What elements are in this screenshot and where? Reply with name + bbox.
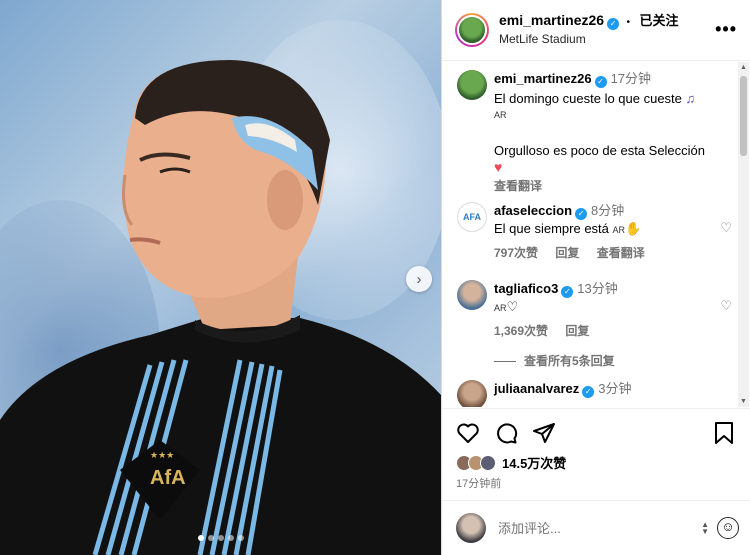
commenter-avatar[interactable] <box>457 380 487 407</box>
see-translation[interactable]: 查看翻译 <box>597 246 645 260</box>
comment-like-icon[interactable]: ♡ <box>720 220 732 236</box>
input-spinner-icon[interactable]: ▲ ▼ <box>701 521 709 536</box>
comment-like-icon[interactable]: ♡ <box>720 298 732 314</box>
post-header: emi_martinez26 ✓ • 已关注 MetLife Stadium ••… <box>442 0 750 61</box>
caption-username[interactable]: emi_martinez26 <box>494 71 592 86</box>
author-avatar[interactable] <box>455 13 489 47</box>
share-icon[interactable] <box>532 421 556 445</box>
see-translation[interactable]: 查看翻译 <box>494 178 706 195</box>
flag-ar: AR <box>494 302 507 313</box>
commenter-avatar[interactable] <box>457 280 487 310</box>
comment-username[interactable]: afaseleccion <box>494 203 572 218</box>
verified-icon: ✓ <box>607 17 620 30</box>
more-options-icon[interactable]: ••• <box>715 19 737 40</box>
post-photo: AfA ★★★ › <box>0 0 441 555</box>
caption-line-1: El domingo cueste lo que cueste <box>494 90 682 106</box>
save-icon[interactable] <box>713 421 735 445</box>
like-icon[interactable] <box>456 421 480 445</box>
emoji-icon[interactable]: ☺ <box>717 517 739 539</box>
location-link[interactable]: MetLife Stadium <box>499 31 679 48</box>
verified-icon: ✓ <box>561 285 574 298</box>
liker-avatar <box>480 454 496 471</box>
comment-likes[interactable]: 797次赞 <box>494 246 538 260</box>
comments-scrollbar[interactable]: ▲ ▼ <box>738 62 749 407</box>
carousel-dots <box>0 535 441 541</box>
reply-button[interactable]: 回复 <box>555 246 579 260</box>
scroll-up-icon[interactable]: ▲ <box>740 64 747 71</box>
heart-outline-icon: ♡ <box>506 298 519 314</box>
caption-time: 17分钟 <box>610 71 652 86</box>
player-illustration: AfA ★★★ <box>0 60 441 555</box>
caption-line-2: Orgulloso es poco de esta Selección <box>494 142 706 158</box>
scroll-down-icon[interactable]: ▼ <box>740 398 747 405</box>
comment-composer: ▲▼ ☺ <box>442 500 750 555</box>
author-avatar[interactable] <box>457 70 487 100</box>
likes-count[interactable]: 14.5万次赞 <box>502 453 566 472</box>
carousel-dot <box>217 535 224 541</box>
comment-likes[interactable]: 1,369次赞 <box>494 324 548 338</box>
svg-text:★★★: ★★★ <box>150 451 174 461</box>
verified-icon: ✓ <box>575 207 588 220</box>
post-time: 17分钟前 <box>456 478 502 490</box>
commenter-avatar[interactable]: AFA <box>457 202 487 232</box>
view-replies-button[interactable]: 查看所有5条回复 <box>494 352 615 369</box>
comment-time: 3分钟 <box>598 381 632 396</box>
carousel-dot <box>197 535 204 541</box>
comment-icon[interactable] <box>494 421 518 445</box>
clap-icon: ✋ <box>625 220 642 236</box>
svg-text:AfA: AfA <box>150 467 186 489</box>
following-button[interactable]: 已关注 <box>639 13 678 28</box>
comment-time: 13分钟 <box>577 281 618 296</box>
user-avatar <box>456 513 486 543</box>
comment-username[interactable]: juliaanalvarez <box>494 381 579 396</box>
scrollbar-thumb[interactable] <box>740 76 747 156</box>
separator: • <box>626 17 631 28</box>
afa-crest-icon: AFA <box>463 212 481 222</box>
author-username[interactable]: emi_martinez26 <box>499 12 604 28</box>
carousel-dot <box>207 535 214 541</box>
flag-ar: AR <box>494 109 507 120</box>
likes-summary[interactable]: 14.5万次赞 <box>456 453 566 472</box>
verified-icon: ✓ <box>582 385 595 398</box>
heart-icon: ♥ <box>494 158 503 175</box>
comment-username[interactable]: tagliafico3 <box>494 281 558 296</box>
comment-text: El que siempre está <box>494 220 609 236</box>
comments-list[interactable]: emi_martinez26 ✓ 17分钟 El domingo cueste lo… <box>442 62 738 407</box>
verified-icon: ✓ <box>594 75 607 88</box>
next-photo-button[interactable]: › <box>406 266 432 292</box>
carousel-dot <box>237 535 244 541</box>
carousel-dot <box>227 535 234 541</box>
post-side-panel: emi_martinez26 ✓ • 已关注 MetLife Stadium ••… <box>441 0 750 555</box>
comment-time: 8分钟 <box>591 203 625 218</box>
reply-button[interactable]: 回复 <box>565 324 589 338</box>
post-actions: 14.5万次赞 17分钟前 <box>442 408 750 512</box>
music-icon: ♫ <box>685 90 696 106</box>
comment-input[interactable] <box>498 520 688 536</box>
flag-ar: AR <box>612 224 626 235</box>
